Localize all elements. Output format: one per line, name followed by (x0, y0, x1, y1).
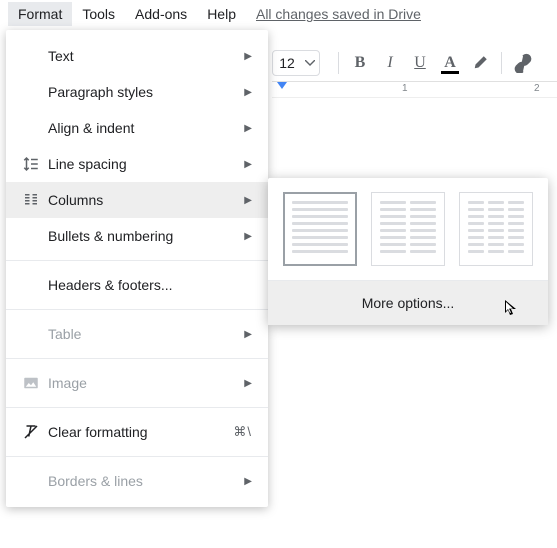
ruler-tick: 1 (402, 83, 408, 94)
save-status[interactable]: All changes saved in Drive (256, 6, 421, 22)
menu-label: Columns (48, 192, 244, 208)
indent-marker-icon[interactable] (276, 81, 288, 93)
submenu-arrow-icon: ▶ (244, 51, 252, 62)
columns-icon (22, 191, 48, 209)
menu-label: Clear formatting (48, 424, 233, 440)
submenu-arrow-icon: ▶ (244, 231, 252, 242)
menu-label: Image (48, 375, 244, 391)
chevron-down-icon (301, 60, 319, 66)
menu-help[interactable]: Help (197, 2, 246, 26)
menubar: Format Tools Add-ons Help All changes sa… (0, 0, 557, 28)
menu-addons[interactable]: Add-ons (125, 2, 197, 26)
submenu-arrow-icon: ▶ (244, 195, 252, 206)
menu-table: Table ▶ (6, 316, 268, 352)
menu-line-spacing[interactable]: Line spacing ▶ (6, 146, 268, 182)
menu-columns[interactable]: Columns ▶ (6, 182, 268, 218)
submenu-arrow-icon: ▶ (244, 123, 252, 134)
submenu-arrow-icon: ▶ (244, 476, 252, 487)
text-color-button[interactable]: A (435, 48, 465, 78)
menu-bullets-numbering[interactable]: Bullets & numbering ▶ (6, 218, 268, 254)
submenu-arrow-icon: ▶ (244, 378, 252, 389)
menu-paragraph-styles[interactable]: Paragraph styles ▶ (6, 74, 268, 110)
toolbar: 12 B I U A (272, 44, 557, 82)
underline-button[interactable]: U (405, 48, 435, 78)
format-dropdown: Text ▶ Paragraph styles ▶ Align & indent… (6, 30, 268, 507)
menu-align-indent[interactable]: Align & indent ▶ (6, 110, 268, 146)
columns-submenu: More options... (268, 178, 548, 325)
separator (6, 358, 268, 359)
submenu-arrow-icon: ▶ (244, 159, 252, 170)
menu-text[interactable]: Text ▶ (6, 38, 268, 74)
menu-label: Line spacing (48, 156, 244, 172)
menu-tools[interactable]: Tools (72, 2, 125, 26)
separator (6, 309, 268, 310)
menu-label: Align & indent (48, 120, 244, 136)
columns-option-1[interactable] (283, 192, 357, 266)
ruler: 1 2 (272, 82, 557, 98)
columns-option-2[interactable] (371, 192, 445, 266)
columns-more-options[interactable]: More options... (268, 281, 548, 325)
italic-button[interactable]: I (375, 48, 405, 78)
menu-label: Paragraph styles (48, 84, 244, 100)
ruler-tick: 2 (534, 83, 540, 94)
menu-label: Bullets & numbering (48, 228, 244, 244)
menu-label: Table (48, 326, 244, 342)
menu-format[interactable]: Format (8, 2, 72, 26)
menu-label: Text (48, 48, 244, 64)
menu-clear-formatting[interactable]: Clear formatting ⌘\ (6, 414, 268, 450)
separator (6, 407, 268, 408)
more-options-label: More options... (362, 295, 455, 311)
column-options (268, 192, 548, 280)
menu-borders-lines: Borders & lines ▶ (6, 463, 268, 499)
insert-link-button[interactable] (508, 48, 538, 78)
clear-formatting-icon (22, 423, 48, 441)
menu-label: Headers & footers... (48, 277, 252, 293)
highlight-button[interactable] (465, 48, 495, 78)
bold-button[interactable]: B (345, 48, 375, 78)
menu-headers-footers[interactable]: Headers & footers... (6, 267, 268, 303)
submenu-arrow-icon: ▶ (244, 329, 252, 340)
separator (6, 260, 268, 261)
menu-image: Image ▶ (6, 365, 268, 401)
submenu-arrow-icon: ▶ (244, 87, 252, 98)
cursor-icon (504, 299, 520, 317)
font-size-select[interactable]: 12 (272, 50, 320, 76)
shortcut: ⌘\ (233, 424, 252, 440)
columns-option-3[interactable] (459, 192, 533, 266)
menu-label: Borders & lines (48, 473, 244, 489)
image-icon (22, 374, 48, 392)
separator (6, 456, 268, 457)
separator (501, 52, 502, 74)
separator (338, 52, 339, 74)
line-spacing-icon (22, 155, 48, 173)
font-size-value: 12 (273, 55, 301, 71)
